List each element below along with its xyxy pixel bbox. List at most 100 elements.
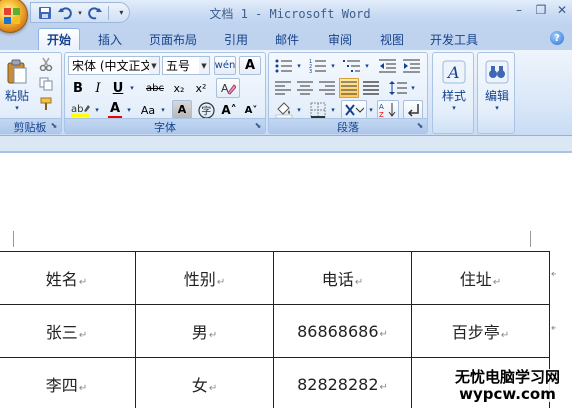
character-shading-button[interactable]: A: [172, 100, 192, 119]
editing-dropdown-icon[interactable]: ▾: [495, 104, 499, 112]
shading-icon[interactable]: [273, 100, 295, 120]
paragraph-mark: ↵: [354, 277, 364, 288]
multilevel-list-icon[interactable]: [341, 56, 363, 76]
borders-dropdown-icon[interactable]: ▾: [329, 100, 337, 120]
text-highlight-button[interactable]: ab: [69, 100, 93, 120]
decrease-indent-icon[interactable]: [377, 56, 399, 76]
table-cell[interactable]: 电话↵: [273, 251, 412, 305]
align-center-icon[interactable]: [295, 78, 315, 98]
paste-button[interactable]: 粘贴 ▾: [3, 55, 31, 115]
highlight-dropdown-icon[interactable]: ▾: [93, 100, 101, 120]
paragraph-mark: ↵: [492, 277, 502, 288]
font-launcher-icon[interactable]: ⬊: [253, 121, 263, 131]
tab-review[interactable]: 审阅: [320, 28, 360, 50]
shrink-font-button[interactable]: A˅: [241, 100, 261, 120]
bold-button[interactable]: B: [69, 78, 87, 98]
tab-developer[interactable]: 开发工具: [422, 28, 486, 50]
quick-access-toolbar: ▾ ▾: [30, 2, 130, 23]
numbering-icon[interactable]: 123: [307, 56, 329, 76]
underline-button[interactable]: U: [109, 78, 127, 98]
undo-icon[interactable]: [57, 5, 72, 21]
bullets-icon[interactable]: [273, 56, 295, 76]
font-group: 宋体 (中文正文) ▼ 五号 ▼ wén A B I U ▾ abc x₂ x²…: [64, 52, 266, 134]
multilevel-dropdown-icon[interactable]: ▾: [363, 56, 371, 76]
line-spacing-dropdown-icon[interactable]: ▾: [409, 78, 417, 98]
horizontal-ruler[interactable]: [0, 136, 572, 152]
borders-icon[interactable]: [307, 100, 329, 120]
tab-view[interactable]: 视图: [372, 28, 412, 50]
tab-mailings[interactable]: 邮件: [267, 28, 307, 50]
ribbon: 粘贴 ▾ 剪贴板 ⬊ 宋体 (中文正文) ▼ 五号 ▼ wén A B I U ▾…: [0, 50, 572, 136]
sort-icon[interactable]: AZ: [377, 100, 399, 120]
italic-button[interactable]: I: [89, 78, 107, 98]
window-title: 文档 1 - Microsoft Word: [209, 7, 371, 21]
superscript-button[interactable]: x²: [191, 78, 211, 98]
table-cell[interactable]: 82828282↵: [273, 357, 412, 408]
align-right-icon[interactable]: [317, 78, 337, 98]
undo-dropdown-icon[interactable]: ▾: [77, 5, 83, 21]
table-cell[interactable]: 张三↵: [0, 304, 136, 358]
char-border-icon[interactable]: A: [239, 56, 261, 75]
change-case-button[interactable]: Aa: [137, 100, 159, 120]
line-spacing-icon[interactable]: [387, 78, 409, 98]
styles-button[interactable]: A 样式 ▾: [437, 56, 471, 116]
redo-icon[interactable]: [88, 5, 103, 21]
tab-page-layout[interactable]: 页面布局: [144, 28, 202, 50]
tab-insert[interactable]: 插入: [90, 28, 130, 50]
table-cell[interactable]: 男↵: [135, 304, 274, 358]
font-color-button[interactable]: A: [105, 100, 125, 120]
tab-references[interactable]: 引用: [216, 28, 256, 50]
paragraph-launcher-icon[interactable]: ⬊: [415, 121, 425, 131]
copy-icon[interactable]: [37, 75, 55, 93]
table-cell[interactable]: 李四↵: [0, 357, 136, 408]
restore-button[interactable]: ❐: [530, 2, 552, 18]
font-color-dropdown-icon[interactable]: ▾: [125, 100, 133, 120]
paragraph-mark: ↵: [78, 383, 88, 394]
chinese-layout-icon[interactable]: [341, 100, 367, 120]
font-name-combo[interactable]: 宋体 (中文正文) ▼: [68, 56, 160, 75]
font-size-combo[interactable]: 五号 ▼: [162, 56, 210, 75]
svg-text:3: 3: [309, 69, 312, 73]
table-cell[interactable]: 性别↵: [135, 251, 274, 305]
font-size-dropdown-icon[interactable]: ▼: [199, 57, 209, 74]
font-color-glyph: A: [109, 100, 121, 116]
minimize-button[interactable]: –: [508, 2, 530, 18]
table-cell[interactable]: 百步亭↵: [411, 304, 550, 358]
clear-formatting-icon[interactable]: A: [216, 78, 240, 98]
enclose-characters-icon[interactable]: 字: [196, 100, 216, 120]
styles-dropdown-icon[interactable]: ▾: [452, 104, 456, 112]
justify-icon[interactable]: [339, 78, 359, 98]
paragraph-group-label: 段落 ⬊: [269, 118, 427, 134]
format-painter-icon[interactable]: [37, 95, 55, 113]
subscript-button[interactable]: x₂: [169, 78, 189, 98]
chinese-layout-dropdown-icon[interactable]: ▾: [367, 100, 375, 120]
bullets-dropdown-icon[interactable]: ▾: [295, 56, 303, 76]
paste-dropdown-icon[interactable]: ▾: [15, 104, 19, 112]
phonetic-guide-icon[interactable]: wén: [214, 56, 236, 75]
table-cell[interactable]: 女↵: [135, 357, 274, 408]
table-cell[interactable]: 姓名↵: [0, 251, 136, 305]
underline-dropdown-icon[interactable]: ▾: [127, 78, 137, 98]
cut-icon[interactable]: [37, 55, 55, 73]
font-name-dropdown-icon[interactable]: ▼: [149, 57, 159, 74]
close-button[interactable]: ✕: [551, 2, 572, 18]
tab-home[interactable]: 开始: [38, 28, 80, 50]
font-name-value: 宋体 (中文正文): [72, 59, 158, 73]
shading-dropdown-icon[interactable]: ▾: [295, 100, 303, 120]
clipboard-launcher-icon[interactable]: ⬊: [49, 121, 59, 131]
distributed-icon[interactable]: [361, 78, 381, 98]
table-cell[interactable]: 住址↵: [411, 251, 550, 305]
save-icon[interactable]: [37, 5, 52, 21]
change-case-dropdown-icon[interactable]: ▾: [159, 100, 167, 120]
table-cell[interactable]: 86868686↵: [273, 304, 412, 358]
show-hide-marks-icon[interactable]: [403, 100, 423, 120]
numbering-dropdown-icon[interactable]: ▾: [329, 56, 337, 76]
increase-indent-icon[interactable]: [401, 56, 423, 76]
grow-font-button[interactable]: A˄: [219, 100, 239, 120]
help-icon[interactable]: ?: [550, 31, 564, 45]
document-workspace: 姓名↵ 性别↵ 电话↵ 住址↵ 张三↵ 男↵ 86868686↵ 百步亭↵ 李四…: [0, 136, 572, 408]
strikethrough-button[interactable]: abc: [143, 78, 167, 98]
editing-button[interactable]: 编辑 ▾: [480, 56, 514, 116]
align-left-icon[interactable]: [273, 78, 293, 98]
customize-qat-icon[interactable]: ▾: [114, 5, 129, 21]
